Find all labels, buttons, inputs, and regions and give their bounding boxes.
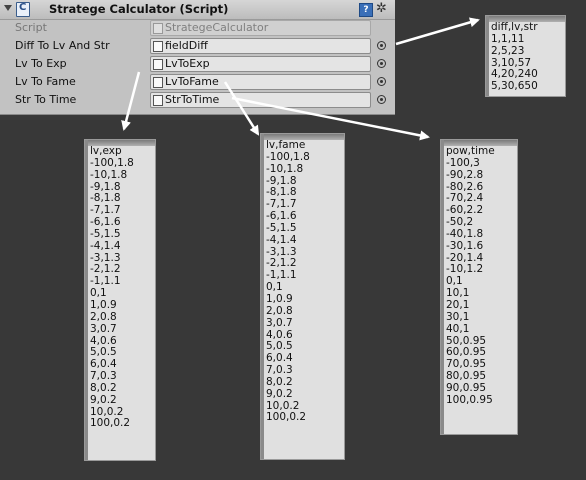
annotation-arrows [121, 17, 480, 141]
arrow-to-lv-to-fame [223, 81, 260, 136]
arrow-to-lv-to-exp [121, 71, 141, 131]
arrow-to-str-to-time [231, 96, 430, 141]
arrow-to-field-diff [395, 17, 480, 46]
